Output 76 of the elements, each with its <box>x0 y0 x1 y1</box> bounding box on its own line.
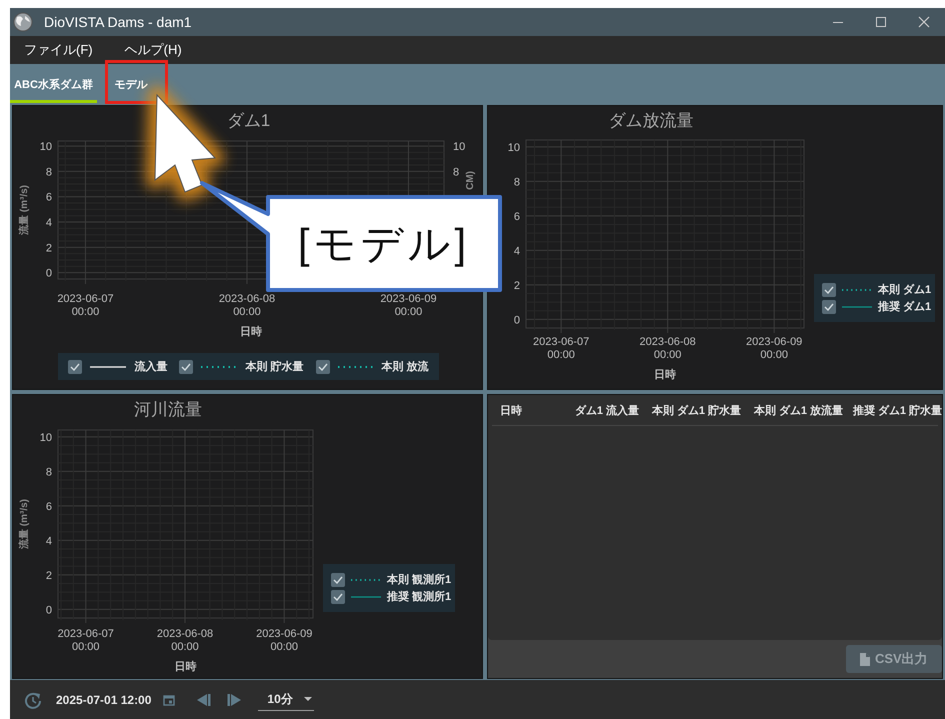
step-back-icon[interactable] <box>196 692 212 706</box>
x-tick-label: 2023-06-09 00:00 <box>746 336 802 361</box>
y-tick-label: 2 <box>46 570 52 582</box>
checkbox[interactable] <box>68 360 82 374</box>
legend-label: 推奨 観測所1 <box>387 590 452 604</box>
step-forward-icon[interactable] <box>227 692 242 706</box>
y-tick-label: 10 <box>508 142 520 154</box>
close-icon[interactable] <box>918 16 930 28</box>
x-tick-label: 2023-06-07 00:00 <box>58 628 114 653</box>
window-title: DioVISTA Dams - dam1 <box>44 14 193 30</box>
callout-text: [モデル] <box>298 220 470 267</box>
x-tick-label: 2023-06-08 00:00 <box>640 336 696 361</box>
y-tick-label: 2 <box>514 280 520 292</box>
legend-label: 本則 ダム1 <box>878 282 932 297</box>
chart-title: 河川流量 <box>134 399 202 421</box>
interval-dropdown[interactable]: 10分 <box>258 688 314 710</box>
y-tick-label: 8 <box>453 166 460 178</box>
caret-icon <box>304 697 312 701</box>
x-axis-title: 日時 <box>174 661 196 673</box>
y-tick-label: 4 <box>46 535 52 548</box>
y-axis-title: 流量 (m³/s) <box>19 499 30 549</box>
checkbox[interactable] <box>822 282 836 296</box>
check-icon <box>70 362 80 370</box>
x-tick-label: 2023-06-08 00:00 <box>156 628 214 653</box>
y-tick-label: 4 <box>514 245 520 258</box>
y-tick-label: 10 <box>40 432 52 444</box>
legend-label: 本則 放流 <box>382 360 429 374</box>
y-tick-label: 0 <box>46 268 52 280</box>
x-axis-title: 日時 <box>654 369 676 381</box>
x-tick-label: 2023-06-09 00:00 <box>380 293 437 318</box>
y-tick-label: 4 <box>46 217 52 230</box>
chart-title: ダム1 <box>226 110 270 132</box>
menu-item[interactable]: ファイル(F) <box>14 37 103 63</box>
y-tick-label: 8 <box>46 166 52 178</box>
maximize-icon[interactable] <box>874 16 886 28</box>
checkbox[interactable] <box>179 360 194 374</box>
y-tick-label: 6 <box>514 210 520 223</box>
checkbox[interactable] <box>316 360 330 374</box>
cursor-icon <box>146 86 224 201</box>
y-tick-label: 6 <box>46 192 52 204</box>
column-header: 日時 <box>500 404 523 418</box>
checkbox[interactable] <box>822 300 836 314</box>
calendar-icon[interactable] <box>163 694 176 706</box>
column-header: 本則 ダム1 放流量 <box>752 404 843 418</box>
x-tick-label: 2023-06-08 00:00 <box>218 293 276 318</box>
chart-title: ダム放流量 <box>608 110 694 132</box>
y-axis-title: 流量 (m³/s) <box>19 185 30 235</box>
x-tick-label: 2023-06-09 00:00 <box>256 628 312 653</box>
y-tick-label: 8 <box>46 466 52 478</box>
x-tick-label: 2023-06-07 00:00 <box>57 293 114 318</box>
column-header: 本則 ダム1 貯水量 <box>650 404 741 418</box>
y-tick-label: 10 <box>453 141 466 154</box>
y-tick-label: 6 <box>46 500 52 513</box>
legend-label: 流入量 <box>134 360 168 374</box>
refresh-icon[interactable] <box>24 690 42 708</box>
globe-icon <box>12 11 34 33</box>
y-tick-label: 0 <box>514 314 520 326</box>
y-tick-label: 2 <box>46 242 52 254</box>
checkbox[interactable] <box>331 590 345 604</box>
file-icon <box>860 652 870 666</box>
y-axis-title: CM) <box>465 171 476 190</box>
check-icon <box>318 362 328 370</box>
date-time-text: 2025-07-01 12:00 <box>56 692 152 706</box>
column-header: ダム1 流入量 <box>574 404 639 418</box>
menu-item[interactable]: ヘルプ(H) <box>114 37 192 63</box>
legend-label: 推奨 ダム1 <box>878 300 932 314</box>
y-tick-label: 8 <box>514 176 520 188</box>
checkbox[interactable] <box>331 572 345 586</box>
check-icon <box>181 362 192 370</box>
x-tick-label: 2023-06-07 00:00 <box>533 336 590 361</box>
y-tick-label: 0 <box>46 604 52 616</box>
column-header: 推奨 ダム1 貯水量 <box>852 404 942 418</box>
legend-label: 本則 貯水量 <box>245 360 304 374</box>
x-axis-title: 日時 <box>240 326 262 338</box>
legend-label: 本則 観測所1 <box>387 572 452 587</box>
y-tick-label: 10 <box>40 141 52 154</box>
